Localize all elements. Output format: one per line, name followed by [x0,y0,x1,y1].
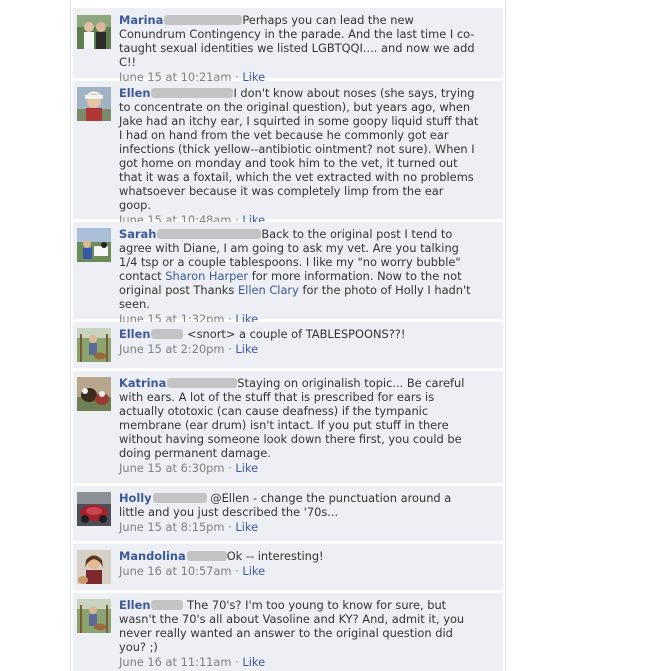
avatar[interactable] [77,377,111,411]
comment-body: Sarah Back to the original post I tend to… [119,227,479,326]
comment-text: Ok -- interesting! [226,549,324,563]
comment: Marina Perhaps you can lead the new Conun… [73,8,503,84]
comment-body: Holly @Ellen - change the punctuation ar… [119,491,479,534]
comment: Mandolina Ok -- interesting! June 16 at 1… [73,544,503,590]
comment-body: Ellen I don't know about noses (she says,… [119,86,479,227]
comment-text: I don't know about noses (she says, tryi… [119,86,479,212]
comment-body: Ellen <snort> a couple of TABLESPOONS??!… [119,327,479,356]
comment-body: Katrina Staying on originalish topic... B… [119,376,479,475]
comment-meta: June 15 at 2:20pm · Like [119,342,479,356]
like-link[interactable]: Like [235,520,258,534]
commenter-name[interactable]: Marina [119,13,163,27]
redacted-surname [157,229,262,239]
comment-meta: June 16 at 11:11am · Like [119,655,479,669]
avatar[interactable] [77,87,111,121]
comment-text: Staying on originalish topic... Be caref… [119,376,465,460]
redacted-surname [164,15,243,25]
avatar[interactable] [77,228,111,262]
comment-meta: June 15 at 6:30pm · Like [119,461,479,475]
comment: Ellen The 70's? I'm too young to know fo… [73,593,503,671]
separator: · [224,342,236,356]
comment-body: Marina Perhaps you can lead the new Conun… [119,13,479,84]
redacted-surname [152,493,207,503]
avatar[interactable] [77,328,111,362]
avatar[interactable] [77,599,111,633]
comment-body: Mandolina Ok -- interesting! June 16 at 1… [119,549,479,578]
commenter-name[interactable]: Ellen [119,327,150,341]
comment: Holly @Ellen - change the punctuation ar… [73,486,503,541]
like-link[interactable]: Like [235,461,258,475]
separator: · [231,655,243,669]
separator: · [224,461,236,475]
timestamp[interactable]: June 15 at 8:15pm [119,520,225,534]
like-link[interactable]: Like [235,342,258,356]
commenter-name[interactable]: Katrina [119,376,166,390]
comment-meta: June 15 at 8:15pm · Like [119,520,479,534]
comment: Ellen I don't know about noses (she says,… [73,81,503,227]
avatar[interactable] [77,550,111,584]
tagged-user-link[interactable]: Sharon Harper [165,269,248,283]
redacted-surname [151,88,234,98]
timestamp[interactable]: June 16 at 11:11am [119,655,232,669]
comment-thread: Marina Perhaps you can lead the new Conun… [70,0,506,671]
separator: · [231,564,243,578]
like-link[interactable]: Like [242,655,265,669]
commenter-name[interactable]: Ellen [119,598,150,612]
timestamp[interactable]: June 16 at 10:57am [119,564,232,578]
avatar[interactable] [77,492,111,526]
redacted-surname [186,551,227,561]
comment-body: Ellen The 70's? I'm too young to know fo… [119,598,479,669]
separator: · [224,520,236,534]
redacted-surname [151,600,184,610]
commenter-name[interactable]: Mandolina [119,549,186,563]
timestamp[interactable]: June 15 at 2:20pm [119,342,225,356]
timestamp[interactable]: June 15 at 6:30pm [119,461,225,475]
comment: Ellen <snort> a couple of TABLESPOONS??!… [73,322,503,368]
like-link[interactable]: Like [242,564,265,578]
commenter-name[interactable]: Holly [119,491,152,505]
redacted-surname [151,329,184,339]
tagged-user-link[interactable]: Ellen Clary [238,283,299,297]
commenter-name[interactable]: Ellen [119,86,150,100]
comment-meta: June 16 at 10:57am · Like [119,564,479,578]
comment: Katrina Staying on originalish topic... B… [73,371,503,483]
comment-text: <snort> a couple of TABLESPOONS??! [187,327,406,341]
commenter-name[interactable]: Sarah [119,227,156,241]
redacted-surname [167,378,238,388]
avatar[interactable] [77,15,111,49]
comment: Sarah Back to the original post I tend to… [73,222,503,326]
